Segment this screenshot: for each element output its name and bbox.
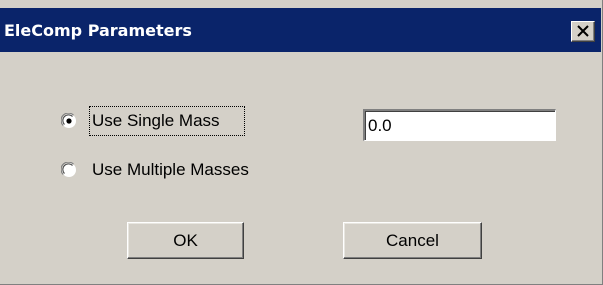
window-title: EleComp Parameters [4, 21, 192, 40]
ok-button[interactable]: OK [127, 222, 244, 259]
cancel-button[interactable]: Cancel [343, 222, 482, 259]
multiple-masses-label[interactable]: Use Multiple Masses [92, 159, 249, 181]
mass-value-field[interactable] [363, 109, 556, 141]
close-icon [577, 25, 589, 37]
close-button[interactable] [571, 21, 595, 42]
multiple-masses-radio[interactable] [61, 162, 77, 178]
single-mass-label[interactable]: Use Single Mass [92, 110, 220, 132]
elecomp-parameters-dialog: EleComp Parameters Use Single Mass Use M… [0, 0, 603, 285]
title-bar[interactable]: EleComp Parameters [0, 8, 601, 52]
single-mass-radio[interactable] [61, 113, 77, 129]
